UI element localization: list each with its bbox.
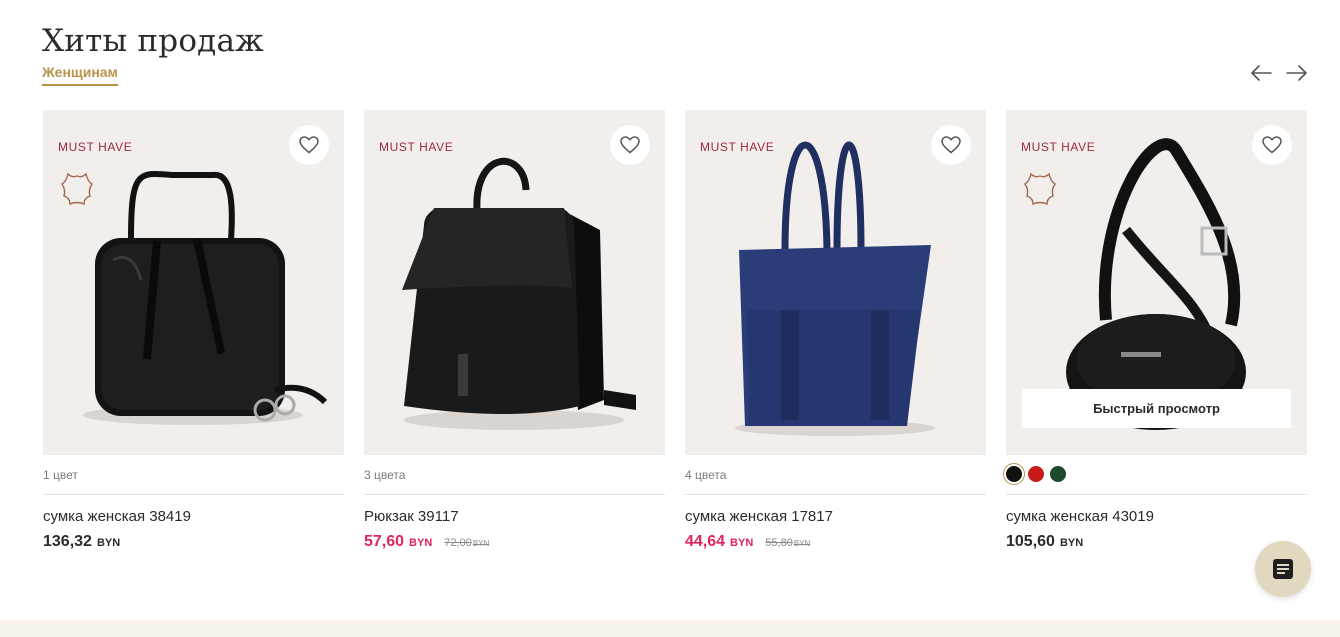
price: 44,64 BYN 55,80BYN — [685, 533, 810, 551]
old-price-value: 55,80 — [765, 537, 793, 549]
product-card[interactable]: MUST HAVE 1 цвет сумка женская 38419 136… — [43, 110, 344, 550]
product-image-area[interactable]: MUST HAVE — [685, 110, 986, 455]
price-currency: BYN — [730, 537, 754, 549]
badge-must-have: MUST HAVE — [379, 140, 454, 154]
product-name[interactable]: сумка женская 17817 — [685, 508, 833, 525]
old-price-currency: BYN — [472, 539, 490, 548]
product-image-area[interactable]: MUST HAVE Быстрый просмотр — [1006, 110, 1307, 455]
color-swatches — [1006, 466, 1066, 482]
price-currency: BYN — [409, 537, 433, 549]
color-swatch-black[interactable] — [1006, 466, 1022, 482]
divider — [685, 494, 986, 495]
badge-must-have: MUST HAVE — [58, 140, 133, 154]
arrow-left-icon[interactable] — [1249, 63, 1273, 83]
favorite-heart-icon[interactable] — [289, 125, 329, 165]
price-currency: BYN — [96, 537, 121, 549]
divider — [1006, 494, 1307, 495]
favorite-heart-icon[interactable] — [610, 125, 650, 165]
price-currency: BYN — [1059, 537, 1084, 549]
colors-count: 1 цвет — [43, 468, 78, 482]
old-price: 55,80BYN — [765, 537, 810, 549]
price-value: 136,32 — [43, 533, 92, 550]
price: 136,32 BYN — [43, 533, 120, 551]
price: 57,60 BYN 72,00BYN — [364, 533, 489, 551]
quick-view-button[interactable]: Быстрый просмотр — [1022, 389, 1291, 428]
favorite-heart-icon[interactable] — [931, 125, 971, 165]
old-price: 72,00BYN — [444, 537, 489, 549]
price: 105,60 BYN — [1006, 533, 1083, 551]
leather-hide-icon — [1021, 170, 1059, 208]
color-swatch-red[interactable] — [1028, 466, 1044, 482]
leather-hide-icon — [58, 170, 96, 208]
old-price-value: 72,00 — [444, 537, 472, 549]
divider — [364, 494, 665, 495]
product-name[interactable]: сумка женская 43019 — [1006, 508, 1154, 525]
product-image-area[interactable]: MUST HAVE — [364, 110, 665, 455]
colors-count: 3 цвета — [364, 468, 406, 482]
price-value: 57,60 — [364, 533, 405, 550]
product-card[interactable]: MUST HAVE 3 цвета Рюкзак 39117 57,60 BYN… — [364, 110, 665, 550]
badge-must-have: MUST HAVE — [700, 140, 775, 154]
product-card[interactable]: MUST HAVE Быстрый просмотр сумка женская… — [1006, 110, 1307, 550]
product-name[interactable]: сумка женская 38419 — [43, 508, 191, 525]
favorite-heart-icon[interactable] — [1252, 125, 1292, 165]
colors-count: 4 цвета — [685, 468, 727, 482]
chat-icon[interactable] — [1255, 541, 1311, 597]
section-title: Хиты продаж — [42, 22, 264, 59]
tab-women[interactable]: Женщинам — [42, 64, 118, 86]
footer-strip — [0, 620, 1340, 637]
product-image-area[interactable]: MUST HAVE — [43, 110, 344, 455]
badge-must-have: MUST HAVE — [1021, 140, 1096, 154]
divider — [43, 494, 344, 495]
product-card[interactable]: MUST HAVE 4 цвета сумка женская 17817 44… — [685, 110, 986, 550]
price-value: 44,64 — [685, 533, 726, 550]
old-price-currency: BYN — [793, 539, 811, 548]
arrow-right-icon[interactable] — [1285, 63, 1309, 83]
color-swatch-green[interactable] — [1050, 466, 1066, 482]
price-value: 105,60 — [1006, 533, 1055, 550]
product-name[interactable]: Рюкзак 39117 — [364, 508, 459, 525]
